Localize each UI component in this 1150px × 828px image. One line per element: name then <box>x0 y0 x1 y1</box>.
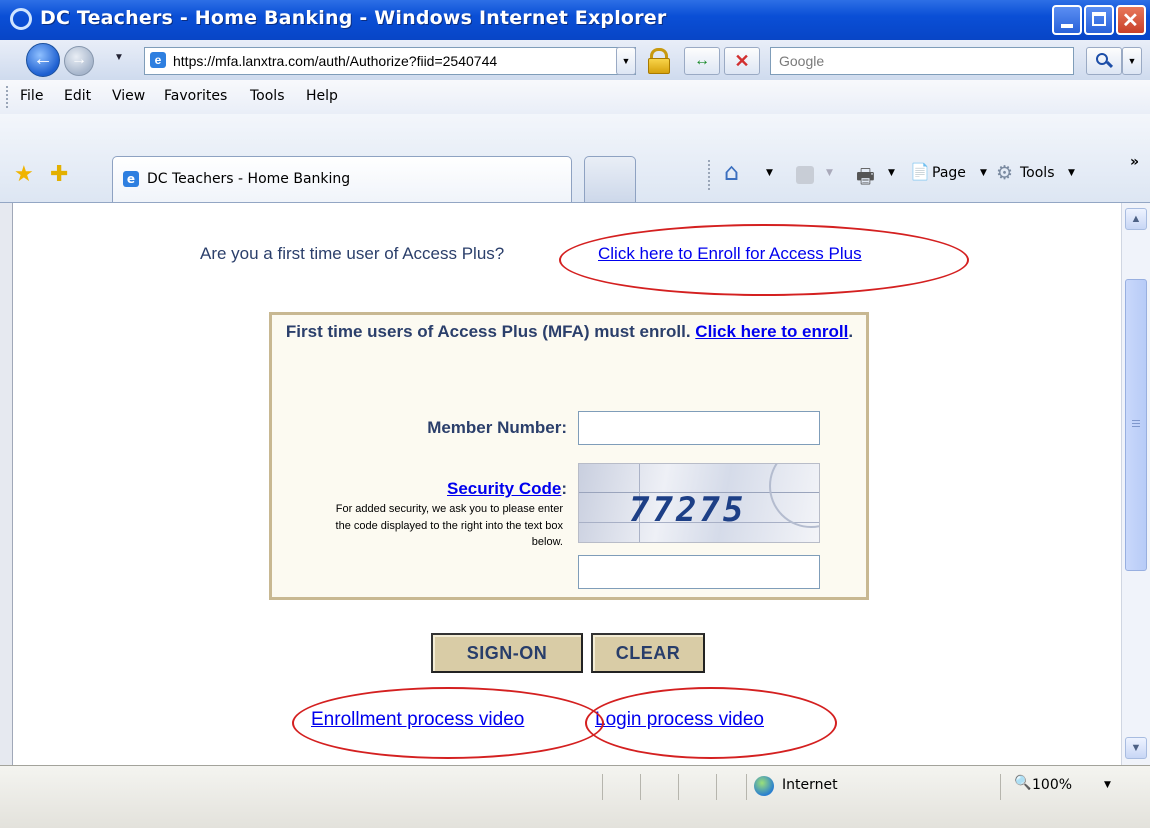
security-colon: : <box>561 479 567 498</box>
menu-tools[interactable]: Tools <box>250 88 285 104</box>
scroll-down-icon[interactable]: ▼ <box>1125 737 1147 759</box>
chevron-down-icon: ▼ <box>621 56 631 66</box>
address-bar: ← → ▼ e https://mfa.lanxtra.com/auth/Aut… <box>0 40 1150 81</box>
box-heading-period: . <box>848 322 854 341</box>
more-chevron-icon[interactable]: » <box>1130 154 1139 170</box>
maximize-icon <box>1092 12 1106 26</box>
close-icon: ✕ <box>1122 10 1139 32</box>
sign-on-button[interactable]: SIGN-ON <box>431 633 583 673</box>
tools-menu-button[interactable]: Tools <box>1020 165 1055 181</box>
annotation-ellipse-enroll <box>559 224 969 296</box>
page-icon: e <box>150 52 166 68</box>
menu-view[interactable]: View <box>112 88 145 104</box>
box-heading-text: First time users of Access Plus (MFA) mu… <box>285 322 691 341</box>
title-bar: DC Teachers - Home Banking - Windows Int… <box>0 0 1150 40</box>
page-menu-button[interactable]: Page <box>932 165 966 181</box>
menu-edit[interactable]: Edit <box>64 88 91 104</box>
search-input[interactable]: Google <box>770 47 1074 75</box>
page-icon: e <box>123 171 139 187</box>
zoom-dropdown-icon[interactable]: ▼ <box>1104 780 1111 790</box>
page-menu-icon[interactable]: 📄 <box>910 162 930 181</box>
forward-arrow-icon: → <box>71 51 87 68</box>
back-arrow-icon: ← <box>33 48 53 70</box>
print-dropdown-icon[interactable]: ▼ <box>888 168 895 178</box>
back-button[interactable]: ← <box>26 43 60 77</box>
lock-icon[interactable] <box>644 46 674 76</box>
box-heading: First time users of Access Plus (MFA) mu… <box>282 321 857 343</box>
scroll-up-icon[interactable]: ▲ <box>1125 208 1147 230</box>
intro-question: Are you a first time user of Access Plus… <box>200 244 505 263</box>
menu-bar: File Edit View Favorites Tools Help <box>0 80 1150 115</box>
zoom-icon[interactable]: 🔍 <box>1014 775 1031 791</box>
feeds-icon[interactable] <box>796 166 814 184</box>
security-code-label: Security Code: <box>272 479 567 499</box>
stop-button[interactable]: ✕ <box>724 47 760 75</box>
address-dropdown-button[interactable]: ▼ <box>616 47 636 75</box>
security-help-text: For added security, we ask you to please… <box>335 503 563 548</box>
search-options-button[interactable]: ▼ <box>1122 47 1142 75</box>
tab-bar: ★ ✚ e DC Teachers - Home Banking ⌂ ▼ ▼ 🖶… <box>0 114 1150 203</box>
box-enroll-link[interactable]: Click here to enroll <box>695 322 848 341</box>
captcha-code: 77275 <box>629 490 747 530</box>
commandbar-grip <box>708 160 712 190</box>
ie-logo-icon <box>10 8 32 30</box>
internet-zone-icon <box>754 776 774 796</box>
menu-help[interactable]: Help <box>306 88 338 104</box>
url-text: https://mfa.lanxtra.com/auth/Authorize?f… <box>173 53 498 69</box>
menubar-grip <box>6 86 10 108</box>
annotation-ellipse-enrollment-video <box>292 687 604 759</box>
security-zone-label: Internet <box>782 777 838 793</box>
window-title: DC Teachers - Home Banking - Windows Int… <box>40 7 667 29</box>
zoom-level[interactable]: 100% <box>1032 777 1072 793</box>
refresh-button[interactable]: ↔ <box>684 47 720 75</box>
chevron-down-icon: ▼ <box>1127 56 1137 66</box>
vertical-scrollbar[interactable]: ▲ ▼ <box>1121 203 1150 765</box>
minimize-button[interactable] <box>1052 5 1082 35</box>
close-button[interactable]: ✕ <box>1116 5 1146 35</box>
search-button[interactable] <box>1086 47 1122 75</box>
scroll-thumb[interactable] <box>1125 279 1147 571</box>
feeds-dropdown-icon[interactable]: ▼ <box>826 168 833 178</box>
member-number-input[interactable] <box>578 411 820 445</box>
stop-icon: ✕ <box>734 51 750 71</box>
favorites-star-icon[interactable]: ★ <box>14 162 34 187</box>
maximize-button[interactable] <box>1084 5 1114 35</box>
minimize-icon <box>1061 24 1073 28</box>
security-code-input[interactable] <box>578 555 820 589</box>
address-field[interactable]: e https://mfa.lanxtra.com/auth/Authorize… <box>144 47 636 75</box>
page-content: Are you a first time user of Access Plus… <box>13 203 1121 765</box>
print-icon[interactable]: 🖶 <box>856 162 875 196</box>
recent-pages-dropdown-icon[interactable]: ▼ <box>114 52 124 63</box>
menu-favorites[interactable]: Favorites <box>164 88 227 104</box>
captcha-image: 77275 <box>578 463 820 543</box>
page-dropdown-icon[interactable]: ▼ <box>980 168 987 178</box>
tools-gear-icon[interactable]: ⚙ <box>996 162 1013 184</box>
refresh-icon: ↔ <box>694 52 710 69</box>
status-bar: Internet 🔍 100% ▼ <box>0 765 1150 828</box>
security-code-link[interactable]: Security Code <box>447 479 561 498</box>
member-number-label: Member Number: <box>427 418 567 437</box>
annotation-ellipse-login-video <box>585 687 837 759</box>
tab-label: DC Teachers - Home Banking <box>147 171 351 187</box>
forward-button[interactable]: → <box>64 46 94 76</box>
tab-dc-teachers[interactable]: e DC Teachers - Home Banking <box>112 156 572 202</box>
home-icon[interactable]: ⌂ <box>724 158 739 186</box>
clear-button[interactable]: CLEAR <box>591 633 705 673</box>
tools-dropdown-icon[interactable]: ▼ <box>1068 168 1075 178</box>
enrollment-box: First time users of Access Plus (MFA) mu… <box>269 312 869 600</box>
add-favorites-icon[interactable]: ✚ <box>50 162 68 187</box>
window-left-edge <box>0 203 13 765</box>
new-tab-button[interactable] <box>584 156 636 202</box>
home-dropdown-icon[interactable]: ▼ <box>766 168 773 178</box>
menu-file[interactable]: File <box>20 88 43 104</box>
